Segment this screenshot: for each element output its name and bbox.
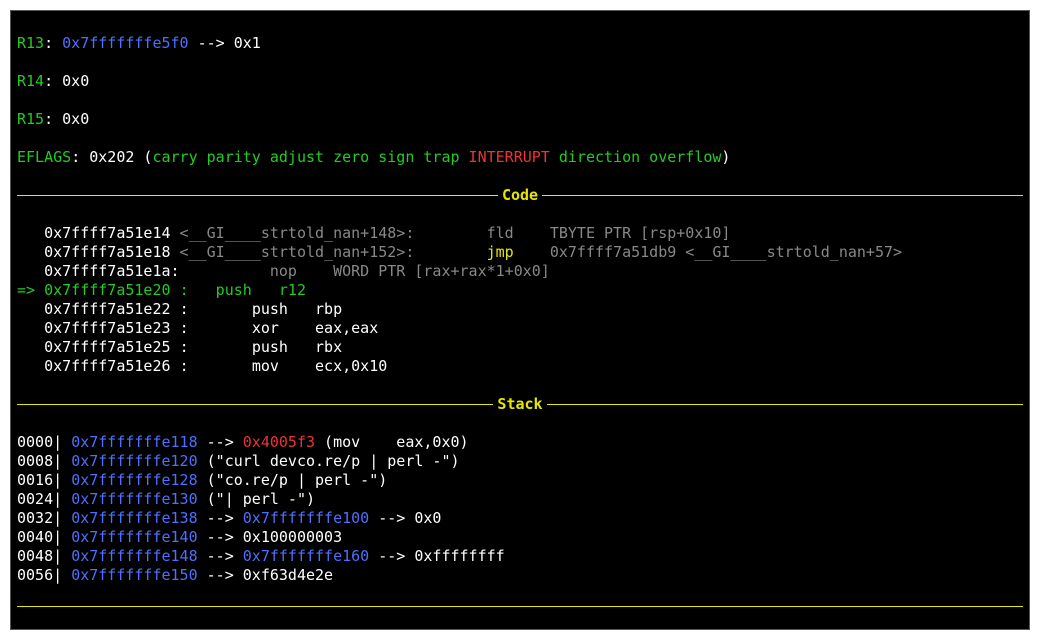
code-line: 0x7ffff7a51e22 : push rbp (17, 300, 1023, 319)
code-line: 0x7ffff7a51e1a: nop WORD PTR [rax+rax*1+… (17, 262, 1023, 281)
code-line: 0x7ffff7a51e23 : xor eax,eax (17, 319, 1023, 338)
stack-line: 0056| 0x7fffffffe150 --> 0xf63d4e2e (17, 566, 1023, 585)
code-line: 0x7ffff7a51e26 : mov ecx,0x10 (17, 357, 1023, 376)
stack-line: 0032| 0x7fffffffe138 --> 0x7fffffffe100 … (17, 509, 1023, 528)
section-code-rule: Code (17, 186, 1023, 205)
stack-line: 0040| 0x7fffffffe140 --> 0x100000003 (17, 528, 1023, 547)
reg-r15: R15: 0x0 (17, 110, 1023, 129)
reg-r14: R14: 0x0 (17, 72, 1023, 91)
divider (17, 606, 1023, 607)
code-line: 0x7ffff7a51e14 <__GI____strtold_nan+148>… (17, 224, 1023, 243)
section-stack-rule: Stack (17, 395, 1023, 414)
code-line: => 0x7ffff7a51e20 : push r12 (17, 281, 1023, 300)
code-line: 0x7ffff7a51e18 <__GI____strtold_nan+152>… (17, 243, 1023, 262)
stack-line: 0016| 0x7fffffffe128 ("co.re/p | perl -"… (17, 471, 1023, 490)
reg-r13: R13: 0x7fffffffe5f0 --> 0x1 (17, 34, 1023, 53)
terminal[interactable]: R13: 0x7fffffffe5f0 --> 0x1 R14: 0x0 R15… (10, 10, 1030, 630)
stack-line: 0048| 0x7fffffffe148 --> 0x7fffffffe160 … (17, 547, 1023, 566)
stack-line: 0008| 0x7fffffffe120 ("curl devco.re/p |… (17, 452, 1023, 471)
reg-eflags: EFLAGS: 0x202 (carry parity adjust zero … (17, 148, 1023, 167)
stack-line: 0024| 0x7fffffffe130 ("| perl -") (17, 490, 1023, 509)
stack-line: 0000| 0x7fffffffe118 --> 0x4005f3 (mov e… (17, 433, 1023, 452)
legend: Legend: code, data, rodata, heap, value (17, 628, 1023, 630)
code-line: 0x7ffff7a51e25 : push rbx (17, 338, 1023, 357)
